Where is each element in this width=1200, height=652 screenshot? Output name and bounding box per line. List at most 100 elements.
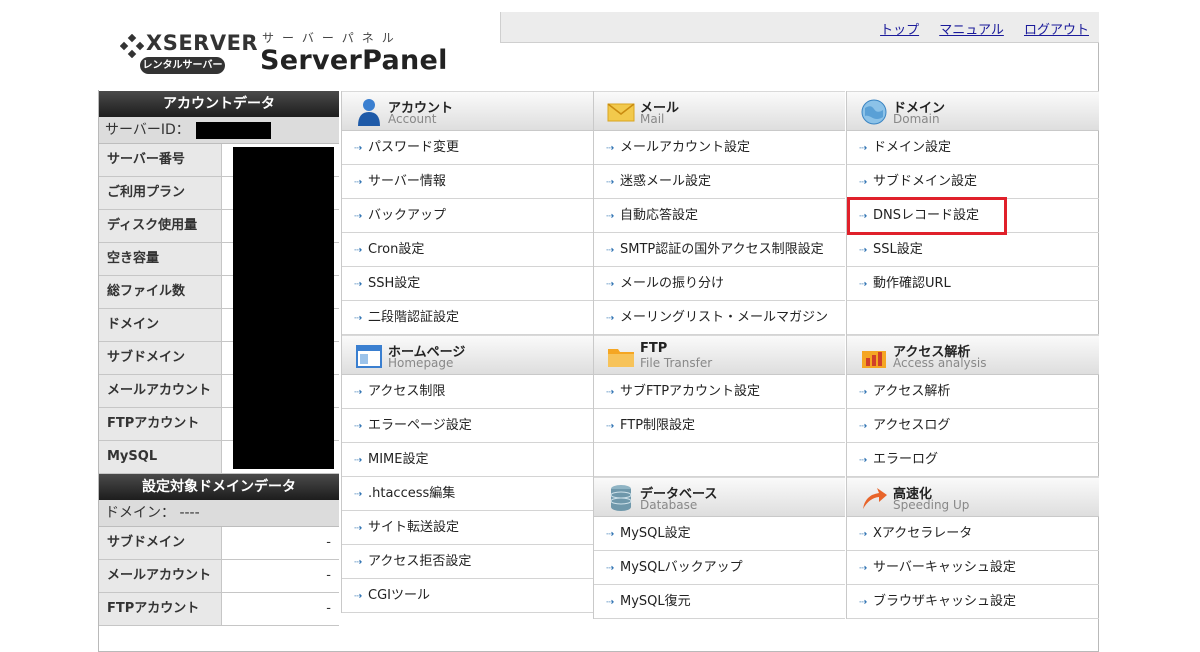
arrow-icon: ⇢ <box>859 529 868 540</box>
menu-item-x-accelerator[interactable]: ⇢ Xアクセラレータ <box>847 517 1099 551</box>
arrow-icon: ⇢ <box>354 211 363 222</box>
menu-item-sub-ftp[interactable]: ⇢ サブFTPアカウント設定 <box>594 375 845 409</box>
xserver-logo-icon <box>120 34 144 58</box>
account-person-icon <box>358 99 380 126</box>
menu-item-label: アクセス制限 <box>368 384 446 399</box>
category-speed: 高速化 Speeding Up <box>847 477 1099 517</box>
menu-item-dns-record[interactable]: ⇢ DNSレコード設定 <box>847 199 1099 233</box>
menu-item-label: Xアクセラレータ <box>873 526 973 541</box>
menu-item-label: バックアップ <box>368 208 447 223</box>
menu-item-mysql-backup[interactable]: ⇢ MySQLバックアップ <box>594 551 845 585</box>
server-id-redaction <box>196 122 271 139</box>
menu-item-label: アクセス拒否設定 <box>368 554 472 569</box>
domain-data-row: メールアカウント - <box>99 560 339 593</box>
arrow-icon: ⇢ <box>606 529 615 540</box>
category-database: データベース Database <box>594 477 845 517</box>
arrow-icon: ⇢ <box>354 591 363 602</box>
menu-item-server-info[interactable]: ⇢ サーバー情報 <box>342 165 593 199</box>
menu-item-error-log[interactable]: ⇢ エラーログ <box>847 443 1099 477</box>
menu-item-cgi-tools[interactable]: ⇢ CGIツール <box>342 579 593 613</box>
menu-item-label: パスワード変更 <box>368 140 460 155</box>
menu-item-label: サイト転送設定 <box>368 520 460 535</box>
menu-item-label: エラーログ <box>873 452 939 467</box>
menu-item-ssl[interactable]: ⇢ SSL設定 <box>847 233 1099 267</box>
menu-column-2: メール Mail ⇢ メールアカウント設定 ⇢ 迷惑メール設定 ⇢ 自動応答設定 ⇢ S… <box>593 91 845 619</box>
menu-item-mime[interactable]: ⇢ MIME設定 <box>342 443 593 477</box>
arrow-icon: ⇢ <box>859 421 868 432</box>
arrow-icon: ⇢ <box>354 313 363 324</box>
menu-item-site-redirect[interactable]: ⇢ サイト転送設定 <box>342 511 593 545</box>
menu-item-htaccess[interactable]: ⇢ .htaccess編集 <box>342 477 593 511</box>
domain-data-heading: 設定対象ドメインデータ <box>99 474 339 500</box>
menu-item-server-cache[interactable]: ⇢ サーバーキャッシュ設定 <box>847 551 1099 585</box>
category-access-analysis: アクセス解析 Access analysis <box>847 335 1099 375</box>
menu-item-ssh[interactable]: ⇢ SSH設定 <box>342 267 593 301</box>
account-row-label: FTPアカウント <box>99 408 221 440</box>
menu-item-password-change[interactable]: ⇢ パスワード変更 <box>342 131 593 165</box>
arrow-icon: ⇢ <box>354 455 363 466</box>
menu-item-subdomain[interactable]: ⇢ サブドメイン設定 <box>847 165 1099 199</box>
menu-item-label: SSL設定 <box>873 242 923 257</box>
menu-item-smtp-restriction[interactable]: ⇢ SMTP認証の国外アクセス制限設定 <box>594 233 845 267</box>
logout-link[interactable]: ログアウト <box>1024 23 1089 38</box>
menu-item-domain-settings[interactable]: ⇢ ドメイン設定 <box>847 131 1099 165</box>
arrow-icon: ⇢ <box>859 279 868 290</box>
menu-item-label: エラーページ設定 <box>368 418 472 433</box>
account-values-redaction <box>233 147 334 469</box>
access-analysis-chart-icon <box>862 351 886 368</box>
header: XSERVER レンタルサーバー サーバーパネル ServerPanel トップ… <box>98 12 1099 90</box>
menu-item-browser-cache[interactable]: ⇢ ブラウザキャッシュ設定 <box>847 585 1099 619</box>
menu-item-auto-reply[interactable]: ⇢ 自動応答設定 <box>594 199 845 233</box>
category-domain: ドメイン Domain <box>847 91 1099 131</box>
category-account-subtitle: Account <box>388 112 437 126</box>
menu-item-error-page[interactable]: ⇢ エラーページ設定 <box>342 409 593 443</box>
menu-item-mail-filter[interactable]: ⇢ メールの振り分け <box>594 267 845 301</box>
arrow-icon: ⇢ <box>859 177 868 188</box>
domain-data-label: メールアカウント <box>99 560 221 592</box>
arrow-icon: ⇢ <box>859 387 868 398</box>
account-row-label: ご利用プラン <box>99 177 221 209</box>
category-access-subtitle: Access analysis <box>893 356 987 370</box>
brand-badge: レンタルサーバー <box>140 57 225 74</box>
top-link[interactable]: トップ <box>880 23 919 38</box>
menu-item-label: サーバーキャッシュ設定 <box>873 560 1016 575</box>
menu-item-mail-account[interactable]: ⇢ メールアカウント設定 <box>594 131 845 165</box>
account-row-label: ドメイン <box>99 309 221 341</box>
menu-item-access-analysis[interactable]: ⇢ アクセス解析 <box>847 375 1099 409</box>
manual-link[interactable]: マニュアル <box>939 23 1004 38</box>
menu-item-access-log[interactable]: ⇢ アクセスログ <box>847 409 1099 443</box>
speed-up-arrow-icon <box>863 488 887 509</box>
account-data-heading: アカウントデータ <box>99 91 339 117</box>
menu-item-label: ブラウザキャッシュ設定 <box>873 594 1017 609</box>
domain-data-row: サブドメイン - <box>99 527 339 560</box>
menu-item-mailing-list[interactable]: ⇢ メーリングリスト・メールマガジン <box>594 301 845 335</box>
account-row-label: ディスク使用量 <box>99 210 221 242</box>
arrow-icon: ⇢ <box>354 387 363 398</box>
server-id-row: サーバーID： <box>99 117 339 144</box>
domain-globe-icon <box>861 99 887 125</box>
menu-item-backup[interactable]: ⇢ バックアップ <box>342 199 593 233</box>
arrow-icon: ⇢ <box>606 421 615 432</box>
menu-item-access-deny[interactable]: ⇢ アクセス拒否設定 <box>342 545 593 579</box>
header-link-bar: トップ マニュアル ログアウト <box>500 12 1099 43</box>
menu-item-ftp-restriction[interactable]: ⇢ FTP制限設定 <box>594 409 845 443</box>
arrow-icon: ⇢ <box>354 245 363 256</box>
category-account: アカウント Account <box>342 91 593 131</box>
menu-item-mysql-restore[interactable]: ⇢ MySQL復元 <box>594 585 845 619</box>
database-cylinder-icon <box>610 485 632 511</box>
menu-item-spam[interactable]: ⇢ 迷惑メール設定 <box>594 165 845 199</box>
panel-title: ServerPanel <box>260 45 448 76</box>
menu-item-label: MIME設定 <box>368 452 429 467</box>
account-sidebar: アカウントデータ サーバーID： サーバー番号 ご利用プラン ディスク使用量 空… <box>99 91 339 626</box>
arrow-icon: ⇢ <box>859 597 868 608</box>
menu-item-test-url[interactable]: ⇢ 動作確認URL <box>847 267 1099 301</box>
domain-data-label: FTPアカウント <box>99 593 221 625</box>
category-ftp-subtitle: File Transfer <box>640 356 713 370</box>
menu-item-label: SMTP認証の国外アクセス制限設定 <box>620 242 824 257</box>
menu-column-3: ドメイン Domain ⇢ ドメイン設定 ⇢ サブドメイン設定 ⇢ DNSレコード設定… <box>846 91 1099 619</box>
menu-item-mysql-settings[interactable]: ⇢ MySQL設定 <box>594 517 845 551</box>
menu-item-access-restriction[interactable]: ⇢ アクセス制限 <box>342 375 593 409</box>
menu-item-2fa[interactable]: ⇢ 二段階認証設定 <box>342 301 593 335</box>
arrow-icon: ⇢ <box>859 245 868 256</box>
menu-item-cron[interactable]: ⇢ Cron設定 <box>342 233 593 267</box>
